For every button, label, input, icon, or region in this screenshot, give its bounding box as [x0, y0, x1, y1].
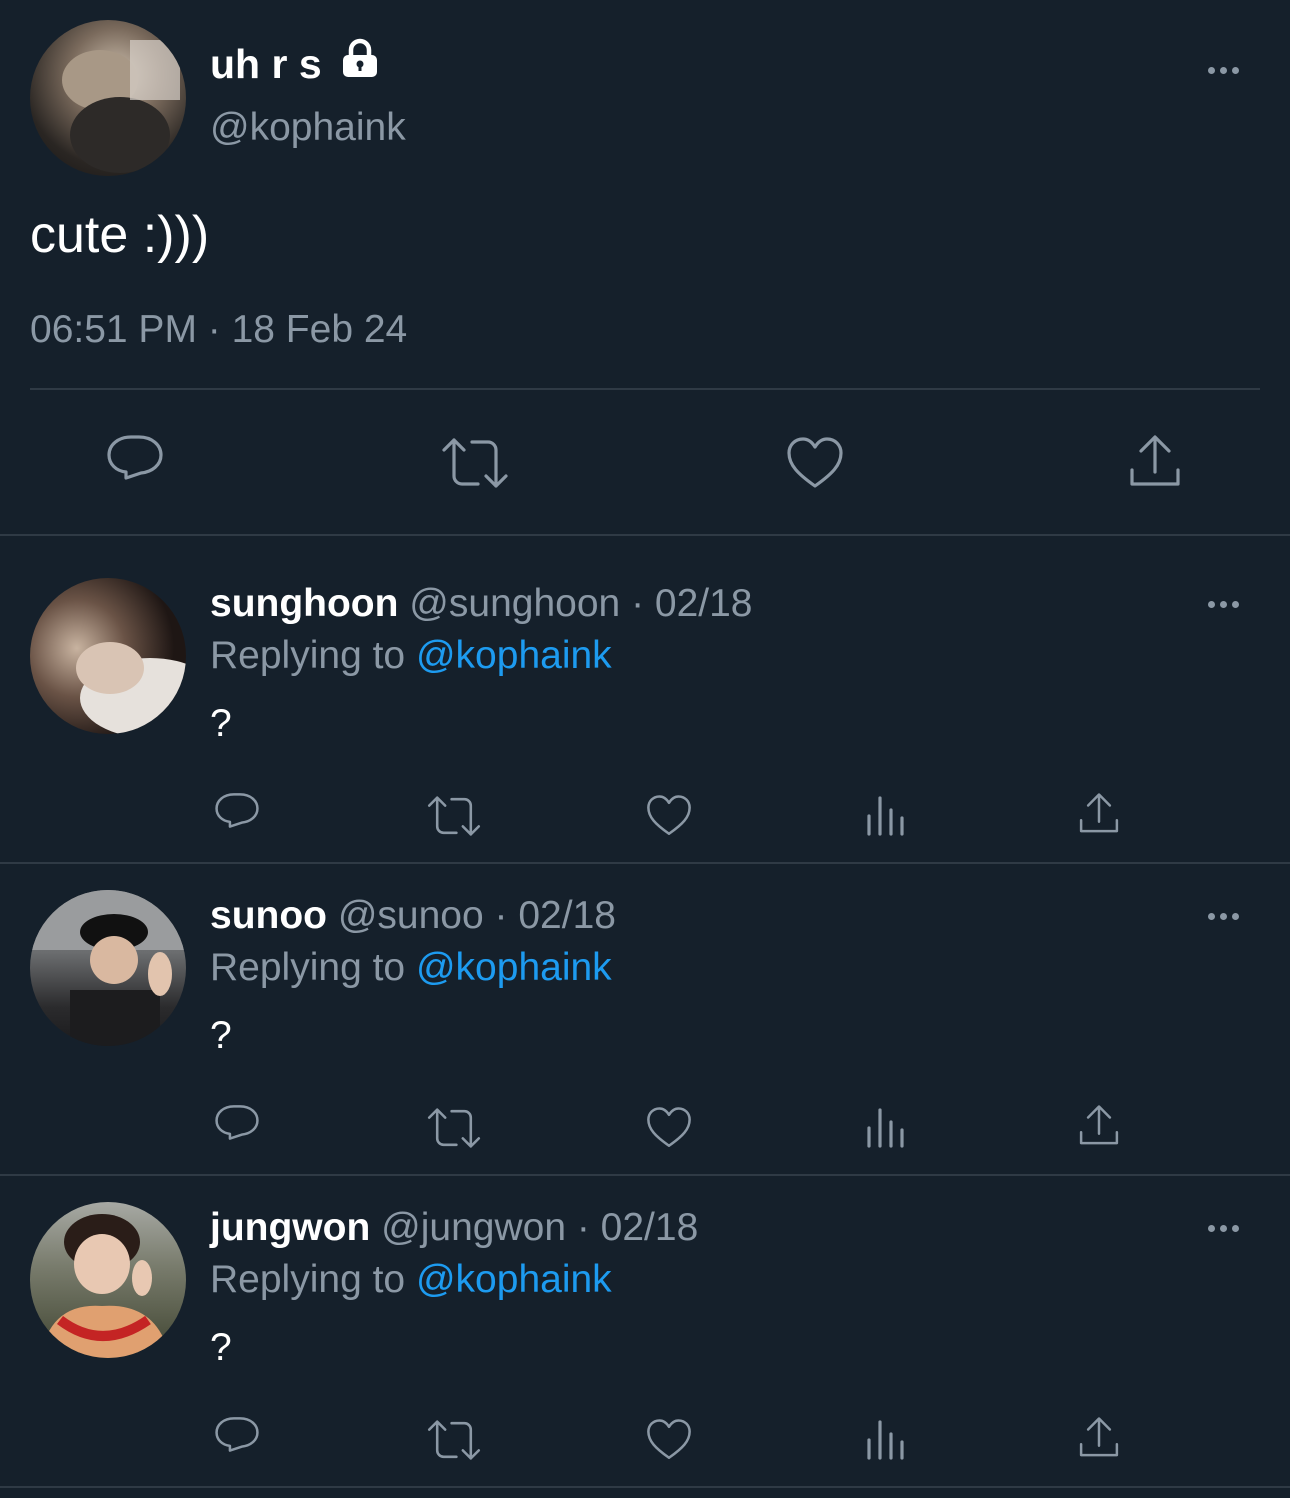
reply-display-name[interactable]: sunghoon	[210, 582, 398, 625]
retweet-icon[interactable]	[426, 794, 482, 838]
replying-to-line: Replying to @kophaink	[210, 634, 612, 678]
profile-photo-placeholder	[30, 890, 186, 1046]
reply-icon[interactable]	[106, 434, 164, 490]
reply-text: ?	[210, 1014, 232, 1057]
replying-to-link[interactable]: @kophaink	[416, 946, 612, 989]
reply-avatar[interactable]	[30, 578, 186, 734]
tweet-timestamp[interactable]: 06:51 PM · 18 Feb 24	[30, 308, 407, 352]
reply-icon[interactable]	[214, 1104, 260, 1148]
like-icon[interactable]	[646, 1418, 692, 1461]
replying-to-line: Replying to @kophaink	[210, 1258, 612, 1302]
more-options-icon[interactable]	[1208, 67, 1239, 74]
share-icon[interactable]	[1078, 1416, 1120, 1460]
retweet-icon[interactable]	[426, 1418, 482, 1462]
author-display-name[interactable]: uh r s	[210, 41, 322, 87]
more-options-icon[interactable]	[1208, 913, 1239, 920]
reply-date[interactable]: · 02/18	[631, 582, 752, 625]
reply-date[interactable]: · 02/18	[577, 1206, 698, 1249]
divider	[0, 1174, 1290, 1176]
reply-avatar[interactable]	[30, 1202, 186, 1358]
like-icon[interactable]	[786, 436, 844, 490]
reply-header: sunghoon @sunghoon · 02/18	[210, 582, 752, 626]
reply-avatar[interactable]	[30, 890, 186, 1046]
reply-text: ?	[210, 702, 232, 745]
retweet-icon[interactable]	[426, 1106, 482, 1150]
share-icon[interactable]	[1078, 792, 1120, 836]
reply-text: ?	[210, 1326, 232, 1369]
analytics-icon[interactable]	[866, 1106, 906, 1148]
divider	[30, 388, 1260, 390]
more-options-icon[interactable]	[1208, 601, 1239, 608]
profile-photo-placeholder	[40, 1214, 170, 1358]
reply-display-name[interactable]: jungwon	[210, 1206, 370, 1249]
reply-handle[interactable]: @sunghoon	[409, 582, 620, 625]
author-avatar[interactable]	[30, 20, 186, 176]
profile-photo-placeholder	[62, 40, 180, 173]
reply-icon[interactable]	[214, 1416, 260, 1460]
replying-to-label: Replying to	[210, 634, 406, 677]
analytics-icon[interactable]	[866, 794, 906, 836]
replying-to-link[interactable]: @kophaink	[416, 1258, 612, 1301]
replying-to-label: Replying to	[210, 1258, 406, 1301]
divider	[0, 1486, 1290, 1488]
reply-handle[interactable]: @jungwon	[381, 1206, 566, 1249]
author-handle[interactable]: @kophaink	[210, 106, 406, 150]
like-icon[interactable]	[646, 1106, 692, 1149]
reply-display-name[interactable]: sunoo	[210, 894, 327, 937]
share-icon[interactable]	[1078, 1104, 1120, 1148]
more-options-icon[interactable]	[1208, 1225, 1239, 1232]
like-icon[interactable]	[646, 794, 692, 837]
author-name-row: uh r s	[210, 38, 381, 88]
reply-handle[interactable]: @sunoo	[338, 894, 484, 937]
replying-to-label: Replying to	[210, 946, 406, 989]
tweet-text: cute :)))	[30, 206, 210, 264]
divider	[0, 534, 1290, 536]
retweet-icon[interactable]	[440, 436, 510, 490]
reply-icon[interactable]	[214, 792, 260, 836]
reply-date[interactable]: · 02/18	[495, 894, 616, 937]
replying-to-line: Replying to @kophaink	[210, 946, 612, 990]
reply-header: jungwon @jungwon · 02/18	[210, 1206, 698, 1250]
divider	[0, 862, 1290, 864]
lock-icon	[339, 38, 381, 80]
replying-to-link[interactable]: @kophaink	[416, 634, 612, 677]
analytics-icon[interactable]	[866, 1418, 906, 1460]
reply-header: sunoo @sunoo · 02/18	[210, 894, 616, 938]
share-icon[interactable]	[1128, 434, 1182, 490]
profile-photo-placeholder	[76, 642, 186, 734]
